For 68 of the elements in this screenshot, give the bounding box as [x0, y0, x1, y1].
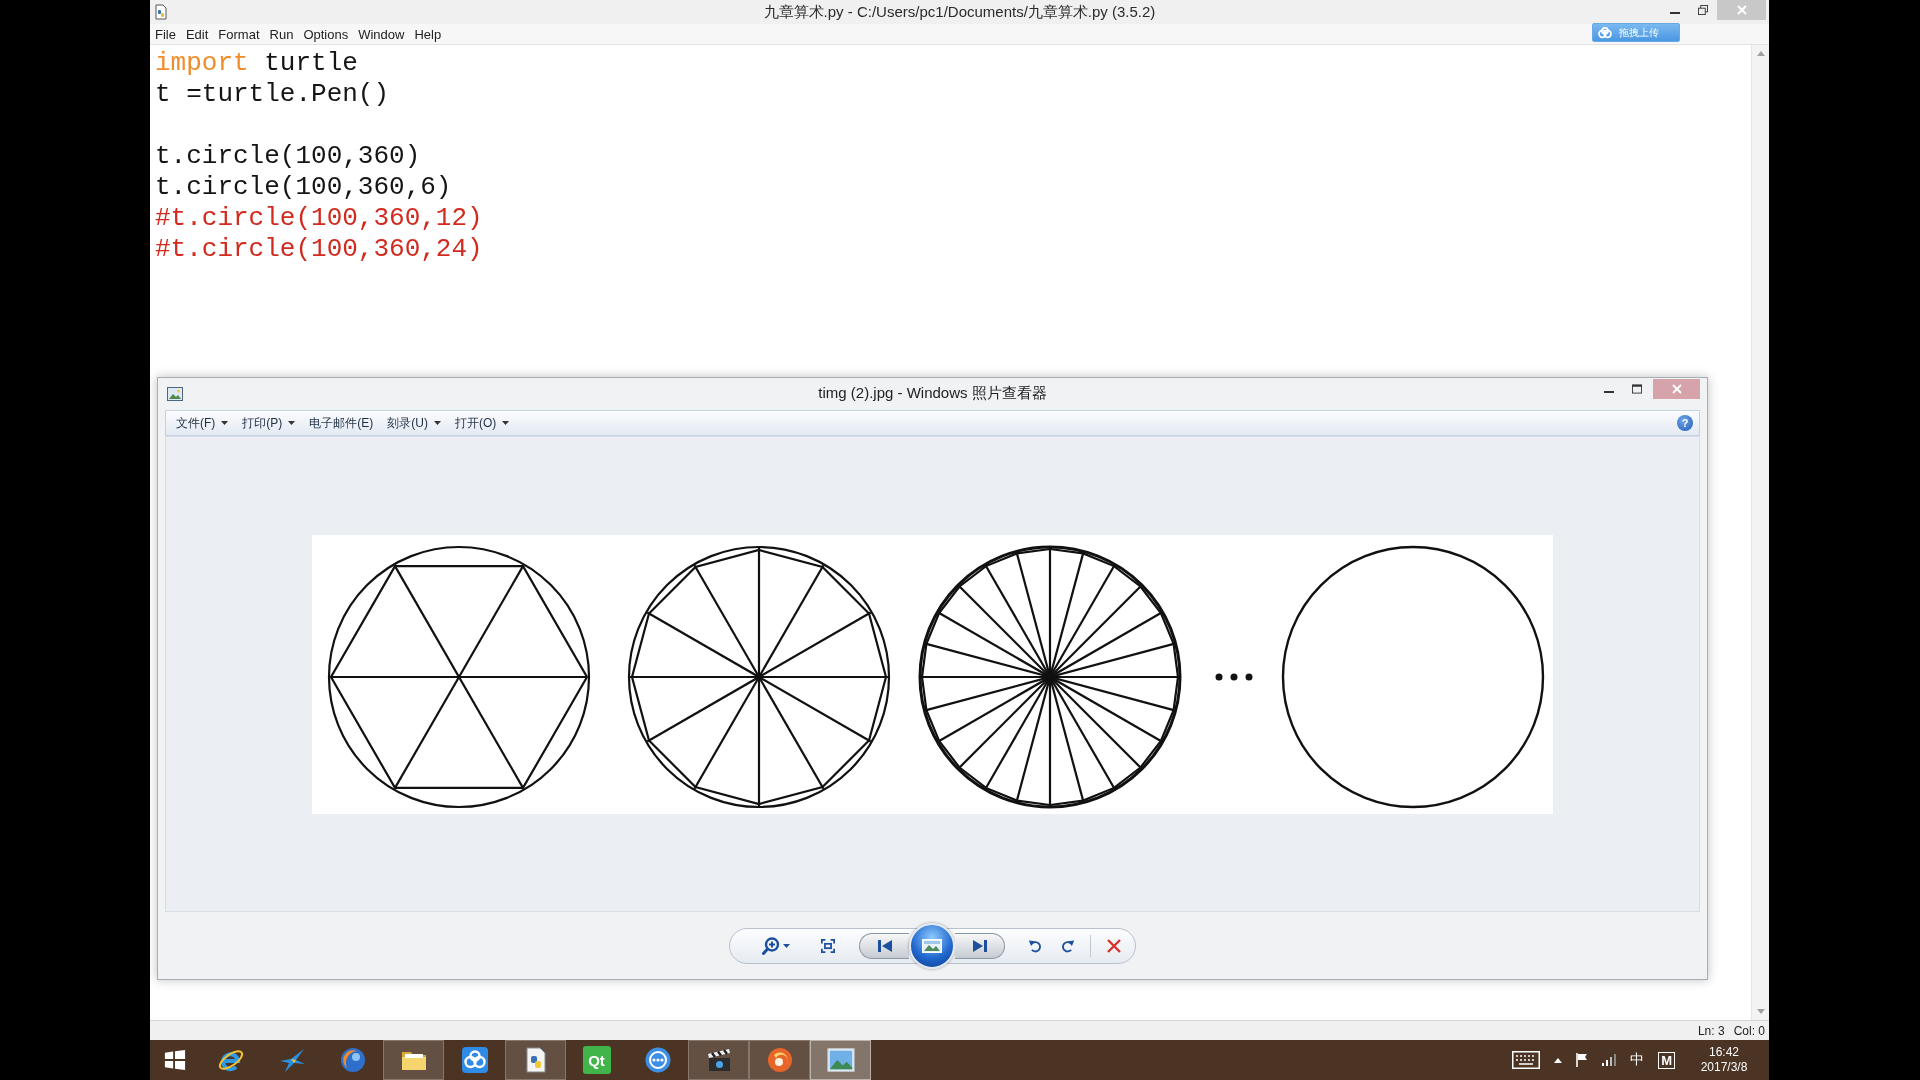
clock-date: 2017/3/8 — [1700, 1060, 1748, 1075]
caret-up-icon[interactable] — [1554, 1057, 1563, 1063]
document-icon — [153, 4, 169, 20]
windows-logo-icon — [164, 1049, 186, 1071]
dial-icon — [643, 1046, 672, 1074]
picture-icon — [167, 386, 183, 401]
fireball-icon — [765, 1046, 794, 1074]
keyboard-icon[interactable] — [1512, 1051, 1541, 1069]
next-icon — [972, 938, 987, 953]
ellipsis-dot — [1230, 673, 1238, 680]
taskbar-button[interactable] — [688, 1040, 749, 1080]
restore-icon — [1698, 5, 1708, 15]
input-method-indicator[interactable]: 中 — [1630, 1051, 1645, 1069]
rotate-clockwise-icon — [1061, 938, 1075, 953]
ellipsis-dot — [1215, 673, 1223, 680]
close-icon — [1736, 5, 1747, 15]
menu-item[interactable]: Run — [264, 24, 299, 44]
signal-icon[interactable] — [1602, 1054, 1617, 1066]
caret-icon — [434, 421, 441, 425]
taskbar-button[interactable] — [505, 1040, 566, 1080]
fit-to-window-icon — [821, 938, 835, 953]
picture-icon — [826, 1046, 855, 1074]
caret-icon — [502, 421, 510, 425]
cloud-icon — [460, 1046, 489, 1074]
previous-icon — [877, 938, 892, 953]
flag-icon[interactable] — [1576, 1053, 1589, 1067]
caret-icon — [783, 943, 790, 948]
next-button[interactable] — [955, 932, 1005, 959]
taskbar-button[interactable] — [383, 1040, 444, 1080]
maximize-icon — [1632, 384, 1642, 394]
ellipsis-dot — [1245, 673, 1253, 680]
code-line: #t.circle(100,360,12) — [155, 203, 483, 234]
menu-item[interactable]: Window — [353, 24, 410, 44]
window-title: timg (2).jpg - Windows 照片查看器 — [818, 384, 1047, 403]
code-line: t.circle(100,360,6) — [155, 172, 452, 203]
code-line: #t.circle(100,360,24) — [155, 234, 483, 265]
close-icon — [1671, 384, 1682, 394]
menu-item[interactable]: Help — [409, 24, 447, 44]
slideshow-button[interactable] — [909, 922, 955, 969]
taskbar-button[interactable] — [749, 1040, 810, 1080]
window-title: 九章算术.py - C:/Users/pc1/Documents/九章算术.py (3.5.2) — [763, 2, 1156, 22]
zoom-icon — [762, 936, 780, 955]
cloud-icon — [1597, 26, 1613, 39]
caret-icon — [288, 421, 296, 425]
minimize-icon — [1670, 12, 1680, 14]
clock-time: 16:42 — [1709, 1045, 1739, 1060]
menu-item[interactable]: Options — [298, 24, 354, 44]
previous-button[interactable] — [859, 932, 909, 959]
menu-item[interactable]: 打印(P) — [236, 412, 302, 434]
menu-item[interactable]: 电子邮件(E) — [303, 412, 380, 434]
menu-item[interactable]: Format — [213, 24, 265, 44]
code-line: t =turtle.Pen() — [155, 79, 390, 110]
picture-icon — [922, 938, 942, 953]
code-line: t.circle(100,360) — [155, 141, 421, 172]
code-line: import turtle — [155, 48, 358, 79]
line-number: Ln: 3 — [1697, 1023, 1725, 1038]
menu-item[interactable]: 文件(F) — [170, 412, 235, 434]
menu-item[interactable]: File — [150, 24, 181, 44]
tray-app-indicator[interactable]: M — [1658, 1051, 1675, 1069]
rotate-counterclockwise-icon — [1028, 938, 1042, 953]
caret-icon — [221, 421, 229, 425]
orb-icon — [338, 1046, 367, 1074]
minimize-icon — [1604, 391, 1614, 393]
menu-item[interactable]: 打开(O) — [449, 412, 516, 434]
column-number: Col: 0 — [1733, 1023, 1765, 1038]
menu-item[interactable]: 刻录(U) — [381, 412, 447, 434]
cross-icon — [1107, 938, 1121, 953]
menu-item[interactable]: Edit — [180, 24, 214, 44]
